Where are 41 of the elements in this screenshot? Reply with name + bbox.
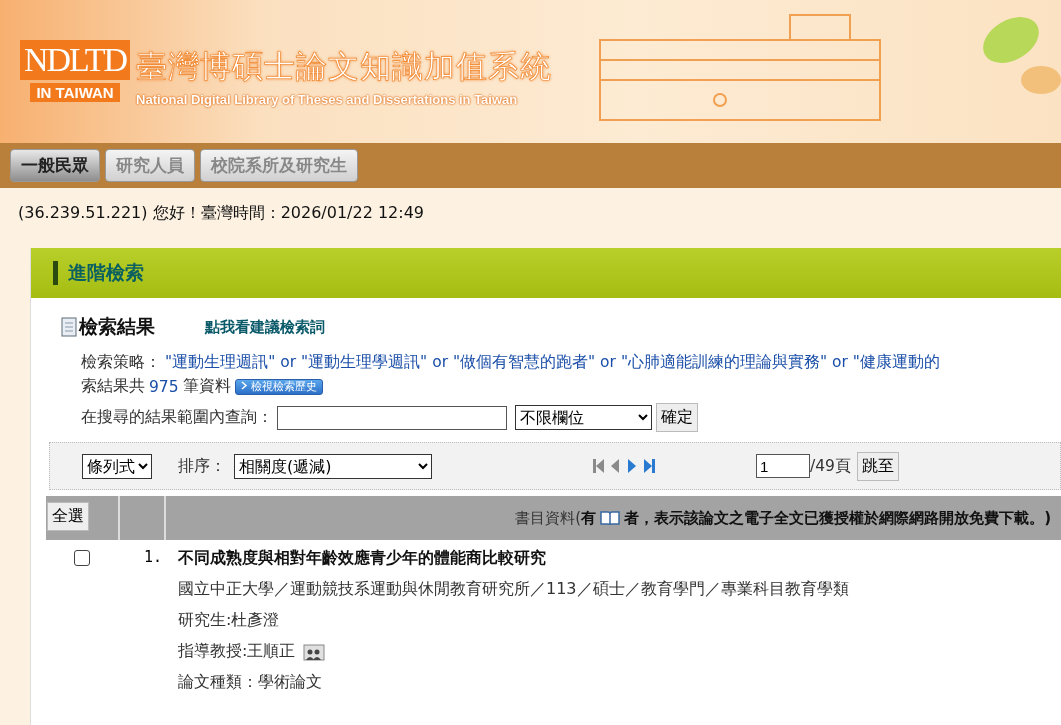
- sort-label: 排序：: [178, 455, 226, 477]
- title-marker: [53, 261, 58, 285]
- column-header-text: 書目資料(有: [515, 508, 597, 528]
- search-field[interactable]: [277, 405, 507, 430]
- nav-tab[interactable]: 一般民眾: [10, 149, 100, 182]
- confirm-button[interactable]: 確定: [656, 403, 698, 432]
- results-heading: 檢索結果: [79, 314, 155, 339]
- strategy-label: 檢索策略：: [81, 352, 161, 373]
- row-number: 1.: [144, 548, 164, 568]
- book-icon: [600, 510, 621, 526]
- thesis-detail: 國立中正大學／運動競技系運動與休閒教育研究所／113／碩士／教育學門／專業科目教育學類: [178, 579, 849, 600]
- logo-text: NDLTD: [20, 40, 131, 80]
- suggest-link[interactable]: 點我看建議檢索詞: [205, 317, 325, 337]
- field-select[interactable]: 不限欄位: [515, 405, 652, 430]
- result-count: 975: [149, 377, 179, 396]
- sort-select[interactable]: 相關度(遞減): [234, 453, 432, 479]
- page-total: /49頁: [810, 455, 851, 477]
- site-title: 臺灣博碩士論文知識加值系統: [136, 47, 553, 86]
- view-select[interactable]: 條列式: [82, 453, 152, 479]
- column-header-text: 者，表示該論文之電子全文已獲授權於網際網路開放免費下載。): [624, 508, 1051, 528]
- select-all-button[interactable]: 全選: [47, 502, 89, 531]
- people-folder-icon[interactable]: [303, 642, 326, 661]
- chevron-icon: [240, 380, 248, 390]
- count-label: 筆資料: [182, 376, 231, 397]
- strategy-text: "運動生理週訊" or "運動生理學週訊" or "做個有智慧的跑者" or "心肺適能訓練的理論與實務" or "健康運動的: [165, 352, 940, 373]
- page-field[interactable]: 1: [756, 454, 810, 478]
- row-checkbox[interactable]: [74, 550, 90, 566]
- logo-text: IN TAIWAN: [30, 83, 120, 102]
- thesis-detail: 論文種類：學術論文: [178, 672, 323, 693]
- jump-button[interactable]: 跳至: [856, 451, 899, 481]
- thesis-detail: 研究生:杜彥澄: [178, 610, 281, 631]
- document-icon: [61, 317, 77, 337]
- last-page-icon[interactable]: [643, 458, 656, 474]
- thesis-detail: 指導教授:王順正: [178, 641, 296, 662]
- greeting-text: (36.239.51.221) 您好！臺灣時間：2026/01/22 12:49: [18, 203, 425, 222]
- thesis-title[interactable]: 不同成熟度與相對年齡效應青少年的體能商比較研究: [178, 548, 849, 569]
- panel-title: 進階檢索: [68, 260, 144, 285]
- within-label: 在搜尋的結果範圍內查詢：: [81, 407, 273, 428]
- site-subtitle: National Digital Library of Theses and Dissertations in Taiwan: [136, 92, 519, 107]
- count-label: 索結果共: [81, 376, 145, 397]
- history-button[interactable]: 檢視檢索歷史: [234, 378, 324, 395]
